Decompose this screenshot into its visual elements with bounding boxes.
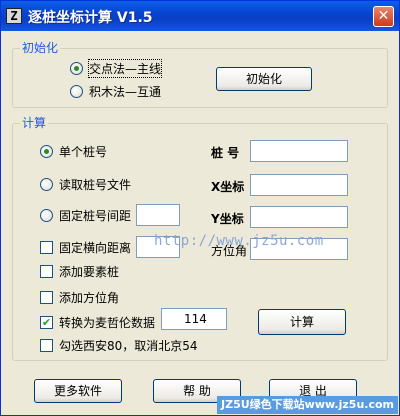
brand-banner: JZ5U绿色下载站www.jz5u.com (217, 396, 398, 414)
check-add-azimuth-box[interactable] (40, 290, 53, 304)
radio-fixed-interval[interactable]: 固定桩号间距 (40, 207, 131, 223)
station-input[interactable] (250, 140, 348, 162)
radio-fixed-interval-label: 固定桩号间距 (59, 208, 132, 223)
interval-input[interactable] (136, 204, 180, 226)
radio-single-station-label: 单个桩号 (59, 144, 108, 159)
y-coord-label: Y坐标 (211, 212, 244, 226)
radio-jiaodian-label: 交点法—主线 (87, 58, 163, 78)
check-magellan-box[interactable]: ✔ (40, 315, 53, 329)
app-icon: Z (6, 8, 22, 24)
check-fixed-offset-box[interactable] (40, 240, 53, 254)
init-button[interactable]: 初始化 (216, 67, 312, 91)
radio-jimu[interactable]: 积木法—互通 (70, 83, 161, 99)
radio-single-station-indicator[interactable] (40, 144, 53, 158)
check-magellan[interactable]: ✔ 转换为麦哲伦数据 (40, 314, 155, 330)
close-button[interactable]: ✕ (373, 6, 394, 27)
init-group-legend: 初始化 (20, 41, 61, 55)
window-title: 逐桩坐标计算 V1.5 (28, 10, 153, 26)
calc-group-legend: 计算 (20, 116, 49, 130)
radio-single-station[interactable]: 单个桩号 (40, 143, 107, 159)
x-coord-input[interactable] (250, 174, 348, 196)
magellan-input[interactable] (161, 308, 227, 330)
calc-button[interactable]: 计算 (258, 309, 346, 335)
radio-fixed-interval-indicator[interactable] (40, 208, 53, 222)
y-coord-input[interactable] (250, 206, 348, 228)
check-add-element-label: 添加要素桩 (59, 264, 120, 279)
app-window: Z 逐桩坐标计算 V1.5 ✕ 初始化 交点法—主线 积木法—互通 初始化 计算… (0, 0, 400, 416)
radio-jimu-label: 积木法—互通 (89, 84, 162, 99)
init-group: 初始化 (12, 41, 388, 108)
station-label: 桩 号 (211, 146, 240, 160)
check-magellan-label: 转换为麦哲伦数据 (59, 315, 156, 330)
check-add-element-box[interactable] (40, 264, 53, 278)
title-bar[interactable]: Z 逐桩坐标计算 V1.5 ✕ (1, 1, 399, 31)
watermark-url: http://www.jz5u.com (154, 233, 324, 249)
check-add-azimuth[interactable]: 添加方位角 (40, 289, 119, 305)
radio-jiaodian-indicator[interactable] (70, 61, 83, 75)
check-xian80-box[interactable] (40, 338, 53, 352)
check-add-azimuth-label: 添加方位角 (59, 290, 120, 305)
radio-read-file-indicator[interactable] (40, 177, 53, 191)
more-software-button[interactable]: 更多软件 (34, 379, 122, 403)
check-fixed-offset[interactable]: 固定横向距离 (40, 239, 131, 255)
radio-jiaodian[interactable]: 交点法—主线 (70, 58, 163, 78)
check-fixed-offset-label: 固定横向距离 (59, 240, 132, 255)
check-xian80[interactable]: 勾选西安80，取消北京54 (40, 337, 198, 353)
x-coord-label: X坐标 (211, 180, 245, 194)
radio-jimu-indicator[interactable] (70, 84, 83, 98)
check-xian80-label: 勾选西安80，取消北京54 (59, 338, 198, 353)
check-add-element[interactable]: 添加要素桩 (40, 263, 119, 279)
radio-read-file[interactable]: 读取桩号文件 (40, 176, 131, 192)
radio-read-file-label: 读取桩号文件 (59, 177, 132, 192)
